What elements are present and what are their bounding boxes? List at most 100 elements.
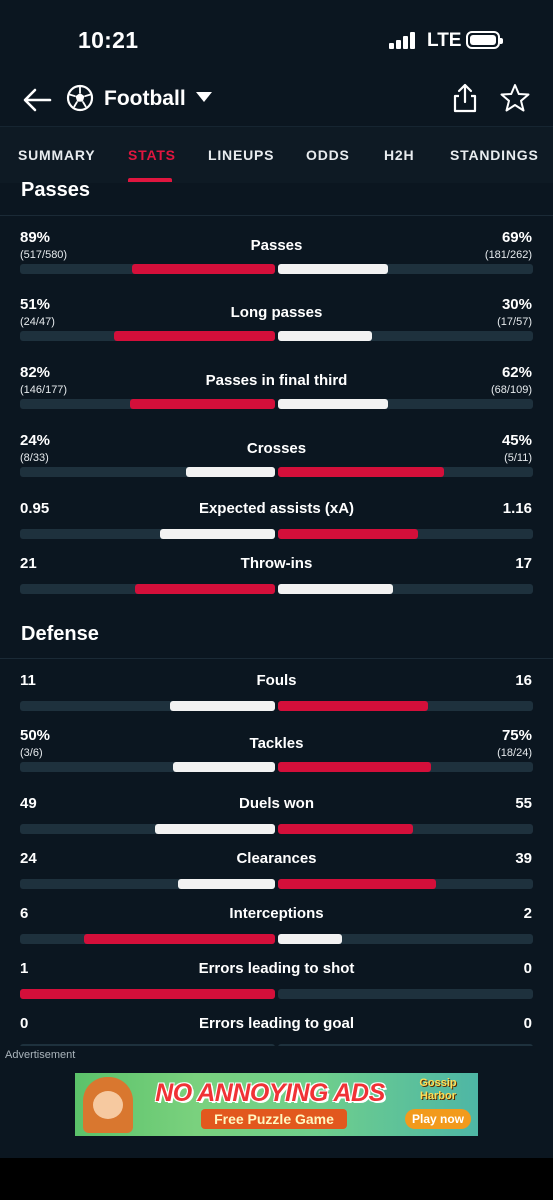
status-time: 10:21: [78, 27, 139, 53]
stat-row: 82% (146/177) Passes in final third 62% (68/…: [0, 364, 553, 424]
stat-away-bar: [278, 331, 373, 341]
stat-home-track: [20, 331, 275, 341]
stat-row: 49 Duels won 55: [0, 795, 553, 855]
section-divider: [0, 215, 553, 216]
stat-row: 51% (24/47) Long passes 30% (17/57): [0, 296, 553, 356]
stat-away-value: 75%: [501, 727, 532, 744]
tab-bar: SUMMARY STATS LINEUPS ODDS H2H STANDINGS: [0, 126, 553, 183]
stat-row: 1 Errors leading to shot 0: [0, 960, 553, 1020]
stat-home-track: [20, 762, 275, 772]
star-icon[interactable]: [500, 83, 530, 113]
battery-icon: [466, 31, 503, 49]
chevron-down-icon[interactable]: [196, 92, 212, 102]
tab-lineups[interactable]: LINEUPS: [208, 147, 274, 163]
stat-home-bar: [20, 989, 275, 999]
ad-play-now-button[interactable]: Play now: [405, 1109, 471, 1129]
stat-away-value: 62%: [501, 364, 532, 381]
section-title-passes: Passes: [21, 179, 90, 201]
stat-away-track: [278, 879, 533, 889]
stat-home-bar: [114, 331, 275, 341]
stat-home-bar: [129, 399, 275, 409]
stat-away-value: 45%: [501, 432, 532, 449]
stat-row: 11 Fouls 16: [0, 672, 553, 732]
stat-away-bar: [278, 264, 388, 274]
stat-label: Errors leading to shot: [198, 960, 355, 977]
network-type: LTE: [427, 30, 462, 51]
stat-row: 50% (3/6) Tackles 75% (18/24): [0, 727, 553, 787]
stat-away-bar: [278, 399, 388, 409]
ad-banner[interactable]: NO ANNOYING ADS Free Puzzle Game Gossip …: [75, 1073, 478, 1136]
advertisement-label: Advertisement: [5, 1049, 76, 1061]
stat-away-track: [278, 399, 533, 409]
stat-away-bar: [278, 934, 342, 944]
stat-away-value: 16: [515, 672, 532, 689]
stat-away-track: [278, 331, 533, 341]
stat-away-value: 69%: [501, 229, 532, 246]
stat-row: 0.95 Expected assists (xA) 1.16: [0, 500, 553, 560]
chef-face-image: [93, 1091, 123, 1119]
stat-away-value: 1.16: [502, 500, 532, 517]
stat-away-track: [278, 584, 533, 594]
back-arrow-icon[interactable]: [20, 83, 54, 117]
tab-standings[interactable]: STANDINGS: [450, 147, 539, 163]
stat-home-bar: [83, 934, 275, 944]
stat-row: 6 Interceptions 2: [0, 905, 553, 965]
stat-label: Crosses: [246, 440, 307, 457]
stat-away-detail: (181/262): [484, 249, 532, 261]
stat-home-track: [20, 989, 275, 999]
stat-row: 24% (8/33) Crosses 45% (5/11): [0, 432, 553, 492]
stat-home-bar: [185, 467, 275, 477]
stat-label: Errors leading to goal: [198, 1015, 355, 1032]
share-icon[interactable]: [450, 82, 480, 114]
stat-home-track: [20, 934, 275, 944]
stat-away-bar: [278, 584, 393, 594]
stat-label: Passes: [250, 237, 303, 254]
stat-label: Fouls: [256, 672, 297, 689]
stat-away-value: 0: [523, 960, 532, 977]
stat-away-track: [278, 467, 533, 477]
football-icon: [66, 84, 94, 112]
sport-selector-label[interactable]: Football: [104, 87, 186, 111]
stat-away-detail: (68/109): [491, 384, 532, 396]
stat-away-value: 55: [515, 795, 532, 812]
stat-home-track: [20, 399, 275, 409]
stat-away-detail: (18/24): [497, 747, 532, 759]
stat-home-track: [20, 701, 275, 711]
stat-away-bar: [278, 824, 414, 834]
tab-h2h[interactable]: H2H: [384, 147, 414, 163]
stat-away-bar: [278, 701, 429, 711]
stat-home-track: [20, 264, 275, 274]
app-bar: Football: [0, 78, 553, 126]
stat-row: 24 Clearances 39: [0, 850, 553, 910]
stat-home-track: [20, 529, 275, 539]
active-tab-indicator: [128, 178, 172, 182]
stat-away-bar: [278, 529, 419, 539]
stat-home-bar: [173, 762, 275, 772]
signal-icon: [389, 32, 419, 49]
stat-label: Clearances: [236, 850, 317, 867]
stat-away-value: 39: [515, 850, 532, 867]
stat-away-detail: (5/11): [504, 452, 532, 464]
stat-label: Interceptions: [229, 905, 324, 922]
stat-home-bar: [178, 879, 275, 889]
stat-home-track: [20, 879, 275, 889]
stat-label: Throw-ins: [240, 555, 313, 572]
tab-stats[interactable]: STATS: [128, 147, 176, 163]
stat-label: Duels won: [238, 795, 314, 812]
ad-banner-subtitle: Free Puzzle Game: [201, 1109, 347, 1129]
stat-away-value: 2: [523, 905, 532, 922]
stat-label: Long passes: [230, 304, 323, 321]
stat-label: Passes in final third: [205, 372, 348, 389]
stat-away-track: [278, 701, 533, 711]
stat-home-track: [20, 467, 275, 477]
stat-away-value: 0: [523, 1015, 532, 1032]
tab-odds[interactable]: ODDS: [306, 147, 350, 163]
ad-banner-title: NO ANNOYING ADS: [155, 1079, 385, 1107]
tab-summary[interactable]: SUMMARY: [18, 147, 95, 163]
stat-label: Expected assists (xA): [198, 500, 355, 517]
stat-away-track: [278, 762, 533, 772]
stat-row: 21 Throw-ins 17: [0, 555, 553, 615]
stat-away-track: [278, 824, 533, 834]
stat-home-bar: [132, 264, 275, 274]
stat-row: 89% (517/580) Passes 69% (181/262): [0, 229, 553, 289]
